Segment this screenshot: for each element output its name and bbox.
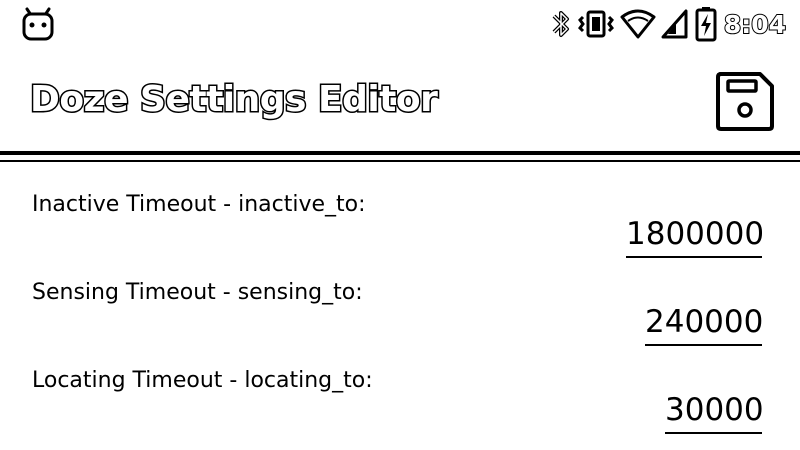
- setting-row-inactive-timeout: Inactive Timeout - inactive_to:: [0, 162, 800, 258]
- save-button[interactable]: [712, 68, 778, 134]
- floppy-disk-icon: [716, 72, 774, 131]
- setting-label: Inactive Timeout - inactive_to:: [32, 192, 366, 217]
- screen: 8:04 Doze Settings Editor Inactive Timeo…: [0, 0, 800, 450]
- app-bar: Doze Settings Editor: [0, 46, 800, 152]
- status-time: 8:04: [723, 9, 787, 40]
- status-icons: 8:04: [550, 4, 787, 44]
- setting-label: Sensing Timeout - sensing_to:: [32, 280, 363, 305]
- settings-list: Inactive Timeout - inactive_to: Sensing …: [0, 162, 800, 434]
- setting-label: Locating Timeout - locating_to:: [32, 368, 373, 393]
- app-title: Doze Settings Editor: [28, 78, 439, 122]
- app-bar-divider: [0, 151, 800, 155]
- android-icon: [18, 6, 58, 42]
- bluetooth-icon: [550, 7, 572, 41]
- setting-row-locating-timeout: Locating Timeout - locating_to:: [0, 338, 800, 434]
- setting-row-sensing-timeout: Sensing Timeout - sensing_to:: [0, 250, 800, 346]
- signal-icon: [660, 7, 690, 41]
- battery-charging-icon: [694, 6, 718, 42]
- locating-timeout-field[interactable]: [665, 388, 762, 434]
- wifi-icon: [620, 7, 656, 41]
- vibrate-icon: [576, 7, 616, 41]
- status-bar: 8:04: [0, 0, 800, 46]
